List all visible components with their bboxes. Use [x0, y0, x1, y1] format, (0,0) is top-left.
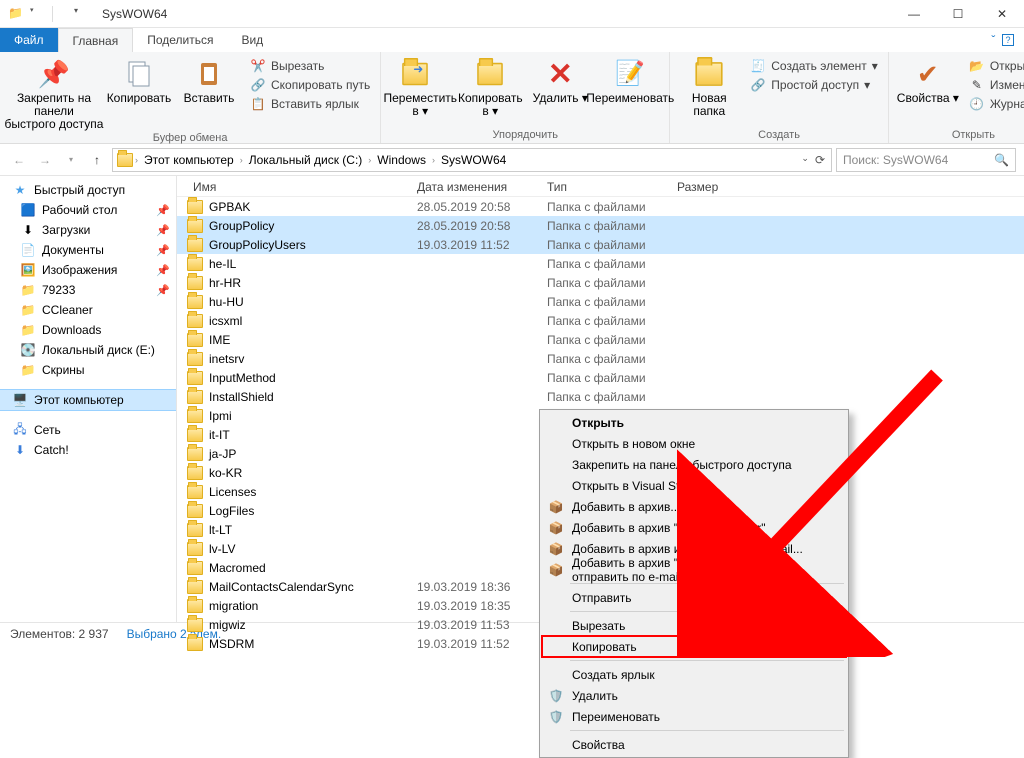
- ctx-properties[interactable]: Свойства: [542, 734, 846, 755]
- nav-recent-button[interactable]: ▾: [60, 149, 82, 171]
- refresh-icon[interactable]: ⟳: [815, 153, 825, 167]
- table-row[interactable]: GroupPolicyUsers19.03.2019 11:52Папка с …: [177, 235, 1024, 254]
- sidebar-this-pc[interactable]: 🖥️Этот компьютер: [0, 390, 176, 410]
- shield-icon: 🛡️: [548, 688, 564, 704]
- titlebar: 📁 ▾ ▾ SysWOW64 — ☐ ✕: [0, 0, 1024, 28]
- ctx-add-rar[interactable]: 📦Добавить в архив "SysWOW64.rar": [542, 517, 846, 538]
- sidebar-item[interactable]: 💽Локальный диск (E:): [0, 340, 176, 360]
- copy-path-button[interactable]: 🔗Скопировать путь: [250, 77, 370, 93]
- table-row[interactable]: IMEПапка с файлами: [177, 330, 1024, 349]
- group-clipboard-label: Буфер обмена: [4, 132, 376, 146]
- ctx-delete[interactable]: 🛡️Удалить: [542, 685, 846, 706]
- qat-dropdown-icon[interactable]: ▾: [30, 6, 46, 22]
- winrar-icon: 📦: [548, 562, 564, 578]
- sidebar-network[interactable]: 🖧Сеть: [0, 420, 176, 440]
- sidebar-item[interactable]: 🟦Рабочий стол📌: [0, 200, 176, 220]
- new-item-button[interactable]: 🧾Создать элемент ▾: [750, 58, 878, 74]
- nav-forward-button[interactable]: →: [34, 149, 56, 171]
- paste-shortcut-button[interactable]: 📋Вставить ярлык: [250, 96, 370, 112]
- open-button[interactable]: 📂Открыть ▾: [969, 58, 1024, 74]
- sidebar-item[interactable]: ⬇Загрузки📌: [0, 220, 176, 240]
- sidebar-item[interactable]: 📁79233📌: [0, 280, 176, 300]
- winrar-icon: 📦: [548, 520, 564, 536]
- delete-button[interactable]: ✕Удалить ▾: [525, 54, 595, 105]
- nav-up-button[interactable]: ↑: [86, 149, 108, 171]
- move-to-button[interactable]: ➜Переместить в ▾: [385, 54, 455, 118]
- table-row[interactable]: GroupPolicy28.05.2019 20:58Папка с файла…: [177, 216, 1024, 235]
- search-input[interactable]: Поиск: SysWOW64 🔍: [836, 148, 1016, 172]
- nav-back-button[interactable]: ←: [8, 149, 30, 171]
- copy-to-button[interactable]: Копировать в ▾: [455, 54, 525, 118]
- ctx-create-shortcut[interactable]: Создать ярлык: [542, 664, 846, 685]
- pin-quick-access-button[interactable]: 📌 Закрепить на панели быстрого доступа: [4, 54, 104, 132]
- edit-button[interactable]: ✎Изменить: [969, 77, 1024, 93]
- table-row[interactable]: GPBAK28.05.2019 20:58Папка с файлами: [177, 197, 1024, 216]
- ribbon-tabs: Файл Главная Поделиться Вид ˇ ?: [0, 28, 1024, 52]
- table-row[interactable]: hr-HRПапка с файлами: [177, 273, 1024, 292]
- sidebar-item[interactable]: 🖼️Изображения📌: [0, 260, 176, 280]
- sidebar-quick-access[interactable]: ★Быстрый доступ: [0, 180, 176, 200]
- status-total: Элементов: 2 937: [10, 627, 109, 641]
- search-icon: 🔍: [994, 153, 1009, 167]
- sidebar-item[interactable]: 📁CCleaner: [0, 300, 176, 320]
- ribbon: 📌 Закрепить на панели быстрого доступа К…: [0, 52, 1024, 144]
- table-row[interactable]: icsxmlПапка с файлами: [177, 311, 1024, 330]
- ctx-cut[interactable]: Вырезать: [542, 615, 846, 636]
- window-title: SysWOW64: [102, 7, 167, 21]
- table-row[interactable]: InstallShieldПапка с файлами: [177, 387, 1024, 406]
- ctx-open-vs[interactable]: Открыть в Visual Studio: [542, 475, 846, 496]
- ctx-open[interactable]: Открыть: [542, 412, 846, 433]
- table-row[interactable]: hu-HUПапка с файлами: [177, 292, 1024, 311]
- history-button[interactable]: 🕘Журнал: [969, 96, 1024, 112]
- close-button[interactable]: ✕: [980, 0, 1024, 28]
- sidebar-item[interactable]: 📁Downloads: [0, 320, 176, 340]
- sidebar-item[interactable]: 📁Скрины: [0, 360, 176, 380]
- ctx-open-new-window[interactable]: Открыть в новом окне: [542, 433, 846, 454]
- copy-button[interactable]: Копировать: [104, 54, 174, 105]
- properties-button[interactable]: ✔Свойства ▾: [893, 54, 963, 105]
- cut-button[interactable]: ✂️Вырезать: [250, 58, 370, 74]
- navbar: ← → ▾ ↑ › Этот компьютер› Локальный диск…: [0, 144, 1024, 176]
- column-headers[interactable]: Имя Дата изменения Тип Размер: [177, 176, 1024, 197]
- ctx-rename[interactable]: 🛡️Переименовать: [542, 706, 846, 727]
- tab-home[interactable]: Главная: [58, 28, 134, 52]
- folder-icon: [117, 153, 133, 167]
- paste-button[interactable]: Вставить: [174, 54, 244, 105]
- file-list: Имя Дата изменения Тип Размер GPBAK28.05…: [177, 176, 1024, 622]
- table-row[interactable]: InputMethodПапка с файлами: [177, 368, 1024, 387]
- winrar-icon: 📦: [548, 541, 564, 557]
- easy-access-button[interactable]: 🔗Простой доступ ▾: [750, 77, 878, 93]
- chevron-right-icon: ▶: [820, 592, 828, 603]
- ribbon-collapse-icon[interactable]: ˇ ?: [981, 28, 1024, 52]
- tab-file[interactable]: Файл: [0, 28, 58, 52]
- folder-icon: 📁: [8, 6, 24, 22]
- quick-access-toolbar: 📁 ▾ ▾: [0, 6, 90, 22]
- minimize-button[interactable]: —: [892, 0, 936, 28]
- ctx-add-archive[interactable]: 📦Добавить в архив...: [542, 496, 846, 517]
- winrar-icon: 📦: [548, 499, 564, 515]
- sidebar-catch[interactable]: ⬇Catch!: [0, 440, 176, 460]
- table-row[interactable]: inetsrvПапка с файлами: [177, 349, 1024, 368]
- sidebar-item[interactable]: 📄Документы📌: [0, 240, 176, 260]
- context-menu: Открыть Открыть в новом окне Закрепить н…: [539, 409, 849, 758]
- ctx-send-to[interactable]: Отправить▶: [542, 587, 846, 608]
- table-row[interactable]: he-ILПапка с файлами: [177, 254, 1024, 273]
- shield-icon: 🛡️: [548, 709, 564, 725]
- tab-view[interactable]: Вид: [227, 28, 277, 52]
- rename-button[interactable]: 📝Переименовать: [595, 54, 665, 105]
- address-bar[interactable]: › Этот компьютер› Локальный диск (C:)› W…: [112, 148, 832, 172]
- ctx-pin-quick[interactable]: Закрепить на панели быстрого доступа: [542, 454, 846, 475]
- ctx-rar-email[interactable]: 📦Добавить в архив "SysWOW64.rar" и отпра…: [542, 559, 846, 580]
- maximize-button[interactable]: ☐: [936, 0, 980, 28]
- addr-dropdown-icon[interactable]: ⌄: [801, 153, 809, 167]
- new-folder-button[interactable]: Новая папка: [674, 54, 744, 118]
- sidebar: ★Быстрый доступ 🟦Рабочий стол📌⬇Загрузки📌…: [0, 176, 177, 622]
- ctx-copy[interactable]: Копировать: [542, 636, 846, 657]
- tab-share[interactable]: Поделиться: [133, 28, 227, 52]
